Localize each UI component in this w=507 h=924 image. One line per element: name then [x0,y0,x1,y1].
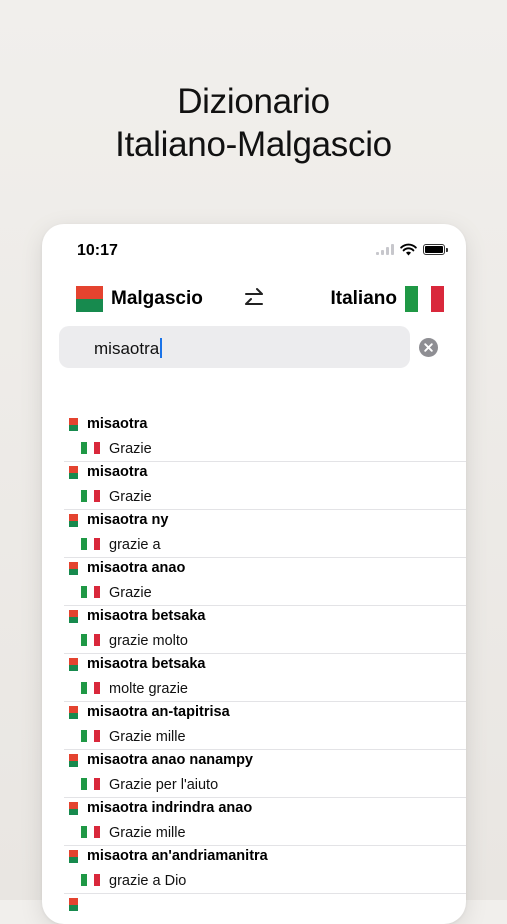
italy-flag-icon [81,730,100,742]
madagascar-flag-icon [65,466,78,479]
result-translation: Grazie mille [109,729,186,745]
status-time: 10:17 [77,242,118,259]
result-translation: grazie a [109,537,161,553]
italy-flag-icon [81,682,100,694]
headline-line-2: Italiano-Malgascio [115,125,392,164]
italy-flag-icon [81,874,100,886]
result-term: misaotra betsaka [87,656,206,672]
italy-flag-icon[interactable] [405,286,444,312]
italy-flag-icon [81,634,100,646]
madagascar-flag-icon [65,658,78,671]
status-bar: 10:17 [42,224,466,274]
result-row[interactable]: misaotra anao Grazie [42,558,466,606]
madagascar-flag-icon [65,418,78,431]
source-language-button[interactable]: Malgascio [111,288,203,310]
swap-arrows-icon[interactable] [242,286,266,312]
madagascar-flag-icon[interactable] [76,286,103,312]
result-row-partial[interactable] [42,894,466,924]
madagascar-flag-icon [65,562,78,575]
result-row[interactable]: misaotra Grazie [42,414,466,462]
phone-screen: 10:17 Malgascio Italiano misaotra misaot… [42,224,466,924]
result-term: misaotra anao nanampy [87,752,253,768]
result-term: misaotra an'andriamanitra [87,848,268,864]
result-term: misaotra betsaka [87,608,206,624]
text-caret [160,338,163,358]
italy-flag-icon [81,538,100,550]
result-translation: grazie a Dio [109,873,187,889]
result-translation: molte grazie [109,681,188,697]
result-row[interactable]: misaotra ny grazie a [42,510,466,558]
result-term: misaotra an-tapitrisa [87,704,230,720]
cellular-signal-icon [376,244,394,255]
result-translation: Grazie [109,441,152,457]
result-translation: Grazie mille [109,825,186,841]
italy-flag-icon [81,826,100,838]
result-term: misaotra [87,416,148,432]
result-term: misaotra [87,464,148,480]
wifi-icon [400,243,417,256]
result-row[interactable]: misaotra indrindra anao Grazie mille [42,798,466,846]
result-row[interactable]: misaotra betsaka molte grazie [42,654,466,702]
result-translation: grazie molto [109,633,188,649]
result-row[interactable]: misaotra an-tapitrisa Grazie mille [42,702,466,750]
madagascar-flag-icon [65,706,78,719]
promo-headline: Dizionario Italiano-Malgascio [0,80,507,166]
result-row[interactable]: misaotra betsaka grazie molto [42,606,466,654]
clear-circle-icon[interactable] [419,338,438,357]
italy-flag-icon [81,586,100,598]
italy-flag-icon [81,778,100,790]
result-row[interactable]: misaotra an'andriamanitra grazie a Dio [42,846,466,894]
search-input[interactable]: misaotra [59,326,410,368]
headline-line-1: Dizionario [177,82,330,121]
result-translation: Grazie [109,585,152,601]
madagascar-flag-icon [65,754,78,767]
result-row[interactable]: misaotra anao nanampy Grazie per l'aiuto [42,750,466,798]
result-term: misaotra indrindra anao [87,800,253,816]
result-term: misaotra anao [87,560,186,576]
madagascar-flag-icon [65,514,78,527]
italy-flag-icon [81,442,100,454]
language-selector-bar: Malgascio Italiano [42,282,466,318]
madagascar-flag-icon [65,802,78,815]
result-term: misaotra ny [87,512,169,528]
result-translation: Grazie [109,489,152,505]
status-icons [376,243,448,256]
result-row[interactable]: misaotra Grazie [42,462,466,510]
search-query-text: misaotra [94,339,160,358]
italy-flag-icon [81,490,100,502]
target-language-button[interactable]: Italiano [330,288,397,310]
result-translation: Grazie per l'aiuto [109,777,219,793]
results-list: misaotra Grazie misaotra Grazie misaotra… [42,414,466,924]
madagascar-flag-icon [65,850,78,863]
madagascar-flag-icon [65,610,78,623]
battery-icon [423,244,448,255]
